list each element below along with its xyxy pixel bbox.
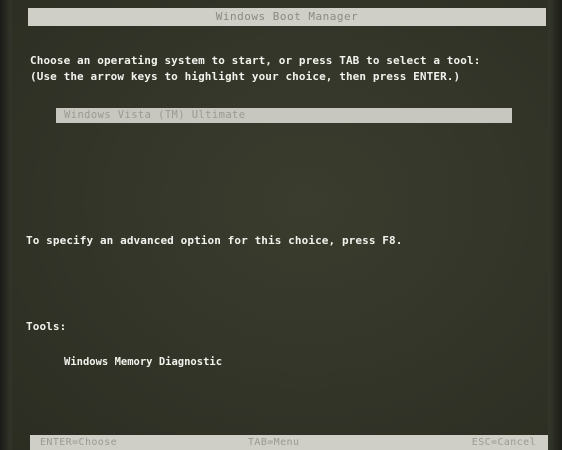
tool-memory-diagnostic[interactable]: Windows Memory Diagnostic <box>64 356 222 368</box>
boot-screen: Windows Boot Manager Choose an operating… <box>0 0 562 450</box>
tools-heading: Tools: <box>26 320 67 333</box>
instruction-line-1: Choose an operating system to start, or … <box>30 54 481 67</box>
instruction-line-2: (Use the arrow keys to highlight your ch… <box>30 70 461 83</box>
boot-manager-title: Windows Boot Manager <box>28 8 546 26</box>
monitor-bezel-right <box>546 0 562 450</box>
status-bar: ENTER=Choose TAB=Menu ESC=Cancel <box>30 435 548 450</box>
boot-manager-display: Windows Boot Manager Choose an operating… <box>12 0 548 450</box>
status-enter-choose: ENTER=Choose <box>40 437 118 448</box>
status-esc-cancel: ESC=Cancel <box>471 437 536 448</box>
status-tab-menu: TAB=Menu <box>248 437 300 448</box>
advanced-option-hint: To specify an advanced option for this c… <box>26 234 403 247</box>
os-entry-selected[interactable]: Windows Vista (TM) Ultimate <box>56 108 512 123</box>
